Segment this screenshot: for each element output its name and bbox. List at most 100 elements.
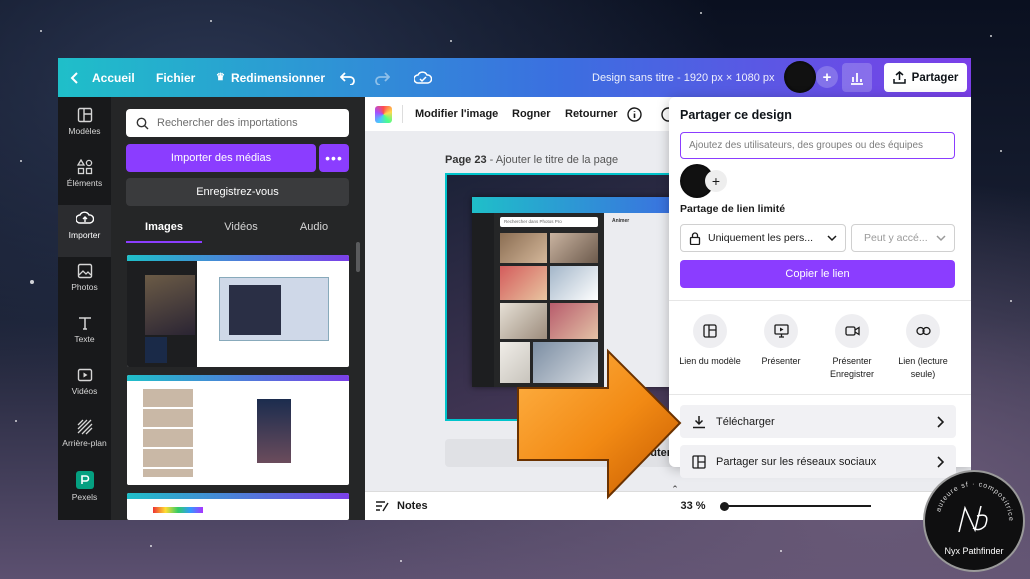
crown-icon: ♛ xyxy=(216,72,225,83)
sidebar-item-pexels[interactable]: Pexels xyxy=(58,465,111,517)
redo-icon xyxy=(375,71,390,85)
redo-button[interactable] xyxy=(374,58,390,97)
background-icon xyxy=(77,419,92,435)
thumb-canvas xyxy=(257,399,291,463)
star xyxy=(990,35,992,37)
share-panel: Partager ce design Ajoutez des utilisate… xyxy=(669,97,971,478)
access-dropdown[interactable]: Uniquement les pers... xyxy=(680,224,846,252)
resize-button[interactable]: ♛ Redimensionner xyxy=(216,58,325,97)
undo-button[interactable] xyxy=(340,58,356,97)
templates-icon xyxy=(77,107,92,123)
sidebar-item-upload[interactable]: Importer xyxy=(58,205,111,257)
uploaded-image-thumbnail[interactable] xyxy=(127,493,349,520)
orange-arrow-overlay xyxy=(517,348,682,500)
sidebar-item-label: Texte xyxy=(74,334,95,344)
search-input[interactable]: Rechercher des importations xyxy=(126,109,349,137)
add-collaborator-button[interactable]: + xyxy=(816,66,838,88)
register-label: Enregistrez-vous xyxy=(196,186,279,198)
chevron-down-icon xyxy=(827,235,837,242)
elements-icon xyxy=(76,159,92,175)
thumb-topbar xyxy=(127,493,349,499)
invite-input[interactable]: Ajoutez des utilisateurs, des groupes ou… xyxy=(680,132,955,159)
sidebar-item-templates[interactable]: Modèles xyxy=(58,101,111,153)
star xyxy=(15,420,17,422)
cloud-save-status[interactable] xyxy=(414,58,432,97)
more-import-options-button[interactable]: ••• xyxy=(319,144,349,172)
sidebar-item-label: Vidéos xyxy=(71,386,98,396)
tab-audio[interactable]: Audio xyxy=(276,221,352,233)
avatar[interactable] xyxy=(784,61,816,93)
resize-label: Redimensionner xyxy=(230,70,325,85)
thumb-colors xyxy=(153,507,203,513)
tab-images-label: Images xyxy=(145,221,183,233)
color-picker-button[interactable] xyxy=(375,97,392,131)
search-placeholder: Rechercher des importations xyxy=(157,117,298,129)
file-label: Fichier xyxy=(156,70,196,85)
share-panel-title: Partager ce design xyxy=(680,108,792,122)
template-link-icon xyxy=(703,324,717,338)
svg-text:auteure sf · compositrice: auteure sf · compositrice xyxy=(935,481,1014,522)
option-label: Lien (lecture seule) xyxy=(898,356,948,380)
copy-link-button[interactable]: Copier le lien xyxy=(680,260,955,288)
upload-share-icon xyxy=(892,71,906,84)
uploaded-image-thumbnail[interactable] xyxy=(127,375,349,485)
add-person-button[interactable]: + xyxy=(705,170,727,192)
insights-button[interactable] xyxy=(842,63,872,92)
edit-image-label: Modifier l'image xyxy=(415,108,499,120)
sidebar-item-text[interactable]: Texte xyxy=(58,309,111,361)
thumb-photo xyxy=(145,275,195,335)
present-option[interactable]: Présenter xyxy=(746,314,816,368)
sidebar-item-photos[interactable]: Photos xyxy=(58,257,111,309)
uploaded-image-thumbnail[interactable] xyxy=(127,255,349,367)
sidebar-item-elements[interactable]: Éléments xyxy=(58,153,111,205)
color-swatch-icon xyxy=(375,105,392,123)
photos-icon xyxy=(77,263,92,279)
zoom-slider-knob[interactable] xyxy=(719,501,729,511)
panel-scrollbar[interactable] xyxy=(356,242,360,272)
page-label[interactable]: Page 23 - Ajouter le titre de la page xyxy=(445,154,618,166)
chevron-right-icon xyxy=(937,415,944,428)
crop-label: Rogner xyxy=(512,108,551,120)
present-record-option[interactable]: Présenter Enregistrer xyxy=(817,314,887,381)
share-button[interactable]: Partager xyxy=(884,63,967,92)
share-social-button[interactable]: Partager sur les réseaux sociaux xyxy=(680,445,956,478)
read-only-link-option[interactable]: Lien (lecture seule) xyxy=(888,314,958,381)
tab-videos[interactable]: Vidéos xyxy=(203,221,279,233)
notes-button[interactable]: Notes xyxy=(375,492,428,520)
permission-dropdown[interactable]: Peut y accé... xyxy=(851,224,955,252)
design-title[interactable]: Design sans titre - 1920 px × 1080 px xyxy=(592,58,775,97)
download-button[interactable]: Télécharger xyxy=(680,405,956,438)
option-label: Présenter xyxy=(761,356,801,366)
zoom-slider[interactable] xyxy=(719,501,871,511)
sidebar-item-background[interactable]: Arrière-plan xyxy=(58,413,111,465)
sidebar-item-videos[interactable]: Vidéos xyxy=(58,361,111,413)
tab-audio-label: Audio xyxy=(299,221,329,233)
file-menu[interactable]: Fichier xyxy=(156,58,195,97)
register-button[interactable]: Enregistrez-vous xyxy=(126,178,349,206)
crop-button[interactable]: Rogner xyxy=(512,97,551,131)
download-icon xyxy=(693,415,705,428)
star xyxy=(210,20,212,22)
info-button[interactable] xyxy=(627,97,642,131)
text-icon xyxy=(78,317,91,330)
mini-sidebar xyxy=(472,213,494,387)
sidebar-item-label: Importer xyxy=(68,230,101,240)
tab-images[interactable]: Images xyxy=(126,221,202,243)
share-label: Partager xyxy=(911,71,959,84)
flip-label: Retourner xyxy=(565,108,618,120)
permission-value: Peut y accé... xyxy=(864,232,928,244)
option-icon-circle xyxy=(764,314,798,348)
upload-icon xyxy=(75,211,94,224)
star xyxy=(30,280,34,284)
star xyxy=(700,12,702,14)
mini-search-placeholder: Rechercher dans Photos Pro xyxy=(504,219,562,224)
option-label: Présenter Enregistrer xyxy=(829,356,874,380)
option-icon-circle xyxy=(906,314,940,348)
flip-button[interactable]: Retourner xyxy=(565,97,618,131)
star xyxy=(400,560,402,562)
star xyxy=(1010,300,1012,302)
star xyxy=(1000,150,1002,152)
import-media-button[interactable]: Importer des médias xyxy=(126,144,316,172)
edit-image-button[interactable]: Modifier l'image xyxy=(415,97,498,131)
home-button[interactable]: Accueil xyxy=(70,58,135,97)
